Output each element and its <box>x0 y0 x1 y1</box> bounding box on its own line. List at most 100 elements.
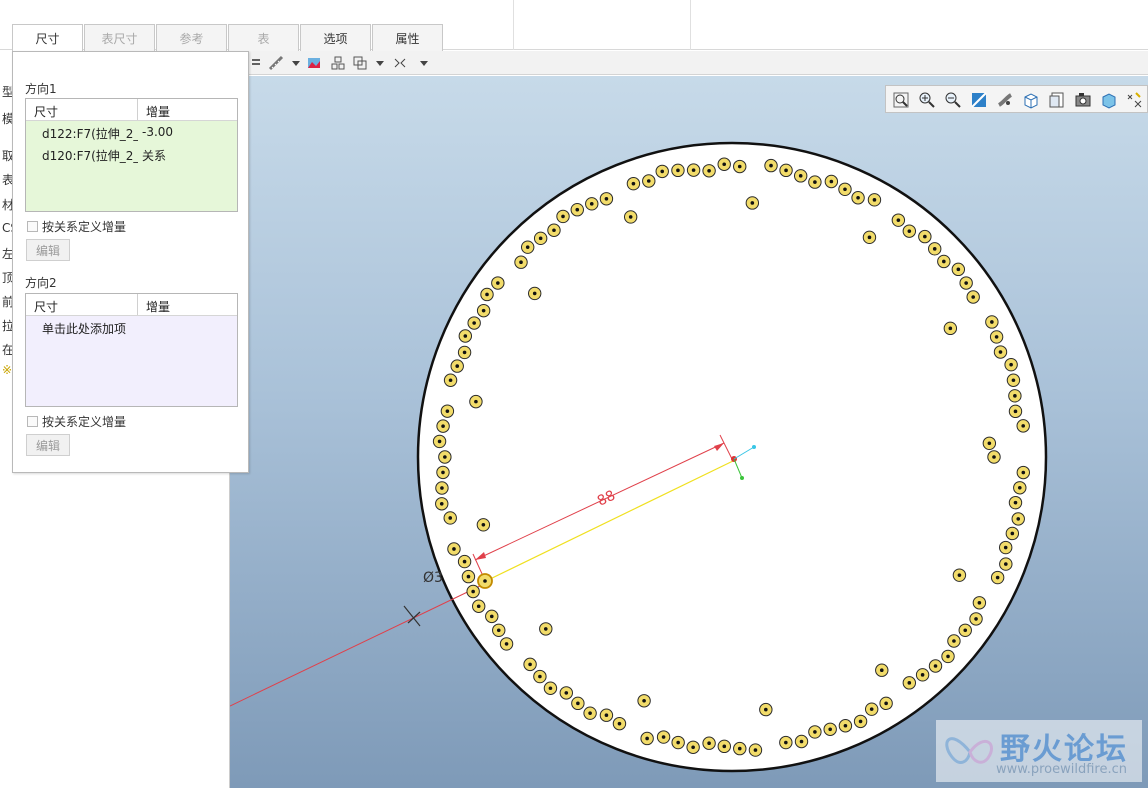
pattern-hole-center <box>784 168 788 173</box>
repaint-icon[interactable] <box>970 91 988 109</box>
pattern-hole-center <box>604 713 609 718</box>
pattern-hole-center <box>963 628 968 633</box>
tab-options[interactable]: 选项 <box>300 24 371 51</box>
pattern-hole-center <box>564 691 569 695</box>
column-header-dimension: 尺寸 <box>26 99 138 120</box>
pattern-hole-center <box>907 681 912 685</box>
tab-properties[interactable]: 属性 <box>372 24 443 51</box>
dialog-tabs: 尺寸 表尺寸 参考 表 选项 属性 <box>12 24 444 51</box>
pattern-hole-center <box>948 326 953 331</box>
tab-references[interactable]: 参考 <box>156 24 227 51</box>
pattern-hole-center <box>707 168 711 173</box>
pattern-hole-center <box>448 516 453 520</box>
diameter-label: Ø3 <box>423 570 443 586</box>
list-icon[interactable] <box>250 55 266 71</box>
pattern-hole-center <box>588 711 592 715</box>
datum-display-icon[interactable] <box>1126 91 1144 109</box>
pattern-hole-center <box>576 701 580 706</box>
direction2-grid: 尺寸 增量 单击此处添加项 <box>25 293 238 407</box>
chevron-down-icon[interactable] <box>288 55 304 71</box>
dimension-cell[interactable]: d122:F7(拉伸_2_ <box>26 121 138 143</box>
pattern-hole-center <box>964 281 968 285</box>
pattern-hole-center <box>992 455 996 459</box>
pattern-hole-center <box>952 639 956 643</box>
pattern-hole-center <box>896 218 901 222</box>
tab-dimensions[interactable]: 尺寸 <box>12 24 83 51</box>
copy-icon[interactable] <box>352 55 368 71</box>
pattern-hole-center <box>462 350 467 355</box>
zoom-fit-icon[interactable] <box>892 91 910 109</box>
table-row[interactable]: d120:F7(拉伸_2_ 关系 <box>26 143 237 165</box>
spin-center-icon[interactable] <box>996 91 1014 109</box>
pattern-hole-center <box>869 707 874 711</box>
dimension-cell[interactable]: d120:F7(拉伸_2_ <box>26 143 138 165</box>
pattern-hole-center <box>884 701 888 706</box>
pattern-hole-center <box>532 291 537 296</box>
tab-table[interactable]: 表 <box>228 24 299 51</box>
display-style-icon[interactable] <box>1100 91 1118 109</box>
pattern-hole-center <box>483 579 487 583</box>
add-item-placeholder[interactable]: 单击此处添加项 <box>26 316 126 338</box>
pattern-hole-center <box>661 735 666 739</box>
checkbox-box[interactable] <box>27 416 38 427</box>
pattern-hole-center <box>764 707 768 712</box>
direction2-relation-checkbox[interactable]: 按关系定义增量 <box>27 413 126 430</box>
pattern-hole-center <box>452 547 456 551</box>
pattern-hole-center <box>994 335 999 339</box>
pattern-hole-center <box>753 748 758 752</box>
assembly-icon[interactable] <box>330 55 346 71</box>
table-row[interactable]: d122:F7(拉伸_2_ -3.00 <box>26 121 237 143</box>
graphics-toolbar <box>248 51 1148 75</box>
pattern-hole-center <box>867 235 872 240</box>
view-cube-icon[interactable] <box>1022 91 1040 109</box>
direction2-edit-button[interactable]: 编辑 <box>26 434 70 456</box>
camera-icon[interactable] <box>1074 91 1092 109</box>
direction1-edit-button[interactable]: 编辑 <box>26 239 70 261</box>
appearance-icon[interactable] <box>306 55 322 71</box>
zoom-out-icon[interactable] <box>944 91 962 109</box>
pattern-hole-center <box>995 575 1000 580</box>
column-header-dimension: 尺寸 <box>26 294 138 315</box>
pattern-hole-center <box>971 295 975 299</box>
pattern-hole-center <box>879 668 884 673</box>
pattern-hole-center <box>858 719 863 724</box>
repeat-icon[interactable] <box>392 55 408 71</box>
increment-cell[interactable]: 关系 <box>138 143 166 165</box>
pattern-hole-center <box>528 662 532 667</box>
view-toolbar <box>885 85 1148 113</box>
saved-views-icon[interactable] <box>1048 91 1066 109</box>
pattern-hole-center <box>998 350 1003 354</box>
add-item-row[interactable]: 单击此处添加项 <box>26 316 237 338</box>
pattern-hole-center <box>737 746 742 751</box>
pattern-hole-center <box>660 169 665 174</box>
direction1-relation-checkbox[interactable]: 按关系定义增量 <box>27 218 126 235</box>
tree-item[interactable]: ※ <box>2 363 12 377</box>
csys-y-point <box>740 476 744 480</box>
pattern-hole-center <box>977 600 982 605</box>
pattern-hole-center <box>496 281 500 285</box>
pattern-hole-center <box>561 214 565 219</box>
chevron-down-icon[interactable] <box>416 55 432 71</box>
pattern-hole-center <box>920 673 925 677</box>
tab-table-dimensions[interactable]: 表尺寸 <box>84 24 155 51</box>
pattern-hole-center <box>631 181 636 186</box>
graphics-viewport[interactable]: 88 Ø3 <box>230 76 1148 788</box>
grid-body[interactable]: 单击此处添加项 <box>26 316 237 406</box>
pattern-hole-center <box>481 308 486 313</box>
checkbox-box[interactable] <box>27 221 38 232</box>
pattern-hole-center <box>1011 378 1016 383</box>
pattern-hole-center <box>466 574 471 579</box>
pattern-hole-center <box>604 196 609 201</box>
pattern-hole-center <box>548 686 553 691</box>
chevron-down-icon[interactable] <box>372 55 388 71</box>
pattern-hole-center <box>474 399 478 404</box>
pattern-hole-center <box>504 642 509 646</box>
measure-icon[interactable] <box>268 55 284 71</box>
pattern-hole-center <box>496 628 501 633</box>
increment-cell[interactable]: -3.00 <box>138 121 173 143</box>
pattern-hole-center <box>750 201 755 205</box>
pattern-hole-center <box>471 589 475 594</box>
pattern-hole-center <box>907 229 912 233</box>
zoom-in-icon[interactable] <box>918 91 936 109</box>
pattern-hole-center <box>642 698 646 703</box>
